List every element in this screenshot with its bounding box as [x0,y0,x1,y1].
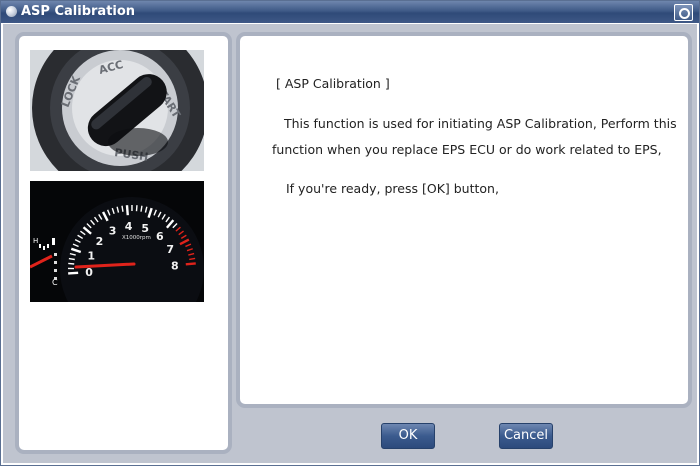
dial-label: 1 [87,249,95,262]
image-panel: LOCK ACC START PUSH [15,32,232,454]
dial-tick [68,262,75,265]
window-title: ASP Calibration [21,4,136,19]
ok-button[interactable]: OK [381,423,435,449]
dial-label: 8 [171,259,179,272]
dial-tick [185,262,196,266]
dial-label: 5 [141,222,149,235]
capture-button[interactable] [674,4,693,21]
message-line-2: function when you replace EPS ECU or do … [272,142,662,157]
camera-icon [679,8,690,19]
dial-tick [68,271,79,275]
message-heading: [ ASP Calibration ] [276,76,390,91]
message-panel: [ ASP Calibration ] This function is use… [236,32,692,408]
dial-tick [125,205,129,216]
dial-label: 6 [156,230,164,243]
temp-hot-label: H [33,237,38,245]
dial-tick [140,205,143,212]
unit-label: X1000rpm [122,235,151,241]
dial-tick [121,205,124,212]
title-bar[interactable]: ASP Calibration [1,1,699,23]
asp-calibration-dialog: ASP Calibration LOCK ACC START PUSH [0,0,700,466]
dial-label: 7 [166,243,174,256]
app-icon [6,6,17,17]
message-line-1: This function is used for initiating ASP… [284,116,677,131]
dial-label: 4 [125,220,133,233]
dial-label: 3 [109,225,117,238]
cancel-button[interactable]: Cancel [499,423,553,449]
dial-tick [189,257,196,261]
dial-tick [68,257,75,261]
ignition-switch-photo: LOCK ACC START PUSH [30,50,204,171]
message-line-3: If you're ready, press [OK] button, [286,181,499,196]
tachometer-photo: 012345678 X1000rpm H C [30,181,204,302]
dialog-body: LOCK ACC START PUSH [3,24,697,463]
dial-label: 2 [96,235,104,248]
